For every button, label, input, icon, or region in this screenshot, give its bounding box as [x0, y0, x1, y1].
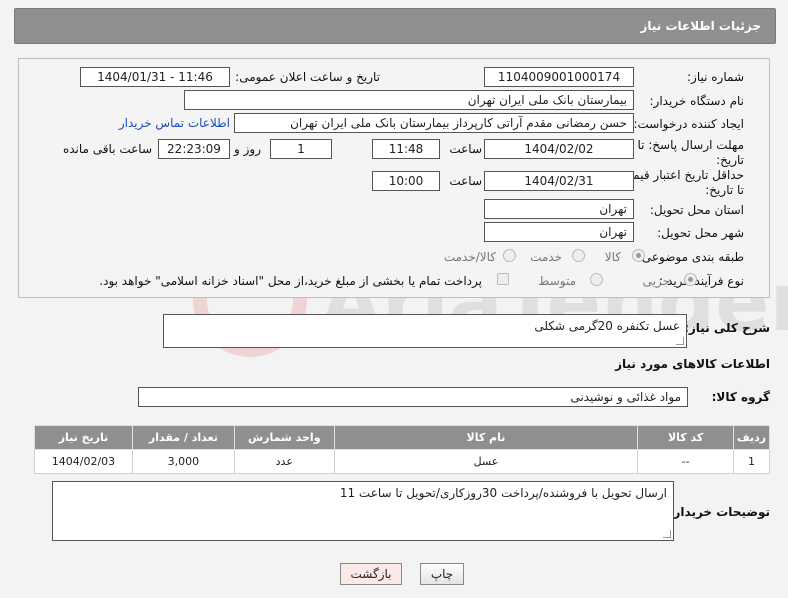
announce-field[interactable]: 1404/01/31 - 11:46	[80, 67, 230, 87]
buyer-org-field[interactable]: بیمارستان بانک ملی ایران تهران	[184, 90, 634, 110]
process-option-medium: متوسط	[538, 274, 576, 288]
validity-date-field[interactable]: 1404/02/31	[484, 171, 634, 191]
days-label: روز و	[234, 142, 261, 156]
cell-code: --	[637, 449, 735, 474]
process-option-minor: جزیی	[642, 274, 670, 288]
cell-unit: عدد	[233, 449, 335, 474]
payment-note: پرداخت تمام یا بخشی از مبلغ خرید،از محل …	[99, 274, 482, 288]
remaining-time-field[interactable]: 22:23:09	[158, 139, 230, 159]
col-row: ردیف	[733, 425, 770, 450]
remaining-label: ساعت باقی مانده	[62, 142, 152, 156]
category-option-goods-service: کالا/خدمت	[443, 250, 496, 264]
deadline-date-field[interactable]: 1404/02/02	[484, 139, 634, 159]
notes-textarea[interactable]: ارسال تحویل با فروشنده/پرداخت 30روزکاری/…	[52, 481, 674, 541]
buyer-org-label: نام دستگاه خریدار:	[649, 94, 745, 108]
category-radio-goods-service[interactable]	[503, 249, 516, 262]
resize-handle[interactable]	[663, 530, 671, 538]
process-radio-medium[interactable]	[590, 273, 603, 286]
goods-table-wrap: ردیف کد کالا نام کالا واحد شمارش تعداد /…	[34, 425, 770, 474]
category-option-goods: کالا	[604, 250, 621, 264]
cell-date: 1404/02/03	[34, 449, 133, 474]
cell-qty: 3,000	[131, 449, 235, 474]
resize-handle[interactable]	[676, 337, 684, 345]
buyer-contact-link[interactable]: اطلاعات تماس خریدار	[119, 116, 230, 130]
city-label: شهر محل تحویل:	[657, 226, 744, 240]
need-number-label: شماره نیاز:	[687, 70, 744, 84]
cell-name: عسل	[333, 449, 639, 474]
col-code: کد کالا	[637, 425, 735, 450]
back-button[interactable]: بازگشت	[340, 563, 402, 585]
treasury-checkbox[interactable]	[497, 273, 509, 285]
col-name: نام کالا	[333, 425, 639, 450]
creator-label: ایجاد کننده درخواست:	[633, 117, 744, 131]
col-qty: تعداد / مقدار	[131, 425, 235, 450]
print-button[interactable]: چاپ	[420, 563, 464, 585]
col-unit: واحد شمارش	[233, 425, 335, 450]
days-field[interactable]: 1	[270, 139, 332, 159]
summary-label: شرح کلی نیاز:	[684, 321, 770, 335]
validity-time-field[interactable]: 10:00	[372, 171, 440, 191]
page-title: جزئیات اطلاعات نیاز	[640, 19, 761, 33]
need-number-field[interactable]: 1104009001000174	[484, 67, 634, 87]
category-option-service: خدمت	[530, 250, 562, 264]
category-radio-goods[interactable]	[632, 249, 645, 262]
summary-textarea[interactable]: عسل تکنفره 20گرمی شکلی	[163, 314, 687, 348]
process-radio-minor[interactable]	[684, 273, 697, 286]
validity-time-label: ساعت	[449, 174, 482, 188]
province-field[interactable]: تهران	[484, 199, 634, 219]
table-row[interactable]: 1 -- عسل عدد 3,000 1404/02/03	[34, 449, 770, 474]
summary-text: عسل تکنفره 20گرمی شکلی	[534, 319, 680, 333]
creator-field[interactable]: حسن رمضانی مقدم آراتی کارپرداز بیمارستان…	[234, 113, 634, 133]
goods-group-label: گروه کالا:	[711, 390, 770, 404]
notes-text: ارسال تحویل با فروشنده/پرداخت 30روزکاری/…	[339, 486, 667, 500]
process-label: نوع فرآیند خرید :	[659, 274, 744, 288]
notes-label: توضیحات خریدار:	[668, 505, 770, 519]
deadline-label: مهلت ارسال پاسخ: تا تاریخ:	[637, 138, 744, 167]
deadline-time-label: ساعت	[449, 142, 482, 156]
announce-label: تاریخ و ساعت اعلان عمومی:	[235, 70, 380, 84]
category-label: طبقه بندی موضوعی:	[637, 250, 744, 264]
col-date: تاریخ نیاز	[34, 425, 133, 450]
province-label: استان محل تحویل:	[649, 203, 744, 217]
city-field[interactable]: تهران	[484, 222, 634, 242]
goods-group-field[interactable]: مواد غذائی و نوشیدنی	[138, 387, 688, 407]
goods-table: ردیف کد کالا نام کالا واحد شمارش تعداد /…	[34, 425, 770, 474]
cell-row: 1	[733, 449, 770, 474]
deadline-time-field[interactable]: 11:48	[372, 139, 440, 159]
goods-section-title: اطلاعات کالاهای مورد نیاز	[615, 357, 770, 371]
category-radio-service[interactable]	[572, 249, 585, 262]
page-header: جزئیات اطلاعات نیاز	[14, 8, 776, 44]
goods-table-header: ردیف کد کالا نام کالا واحد شمارش تعداد /…	[34, 425, 770, 450]
